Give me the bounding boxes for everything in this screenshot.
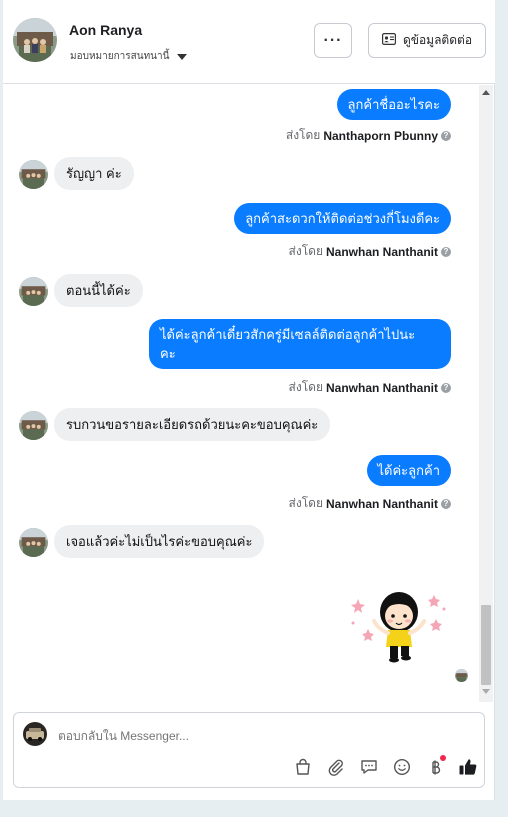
scroll-thumb[interactable] (481, 605, 491, 685)
incoming-message[interactable]: รบกวนขอรายละเอียดรถด้วยนะคะขอบคุณค่ะ (54, 408, 331, 441)
incoming-message[interactable]: รัญญา ค่ะ (54, 157, 134, 190)
message-text: ลูกค้าชื่ออะไรคะ (347, 97, 440, 112)
emoji-icon[interactable] (391, 756, 412, 777)
message-text: รบกวนขอรายละเอียดรถด้วยนะคะขอบคุณค่ะ (66, 417, 319, 432)
message-text-line: คะ (160, 346, 176, 361)
message-text-line: ได้ค่ะลูกค้าเดี๋ยวสักครู่มีเซลล์ติดต่อลู… (160, 327, 416, 342)
assign-conversation-dropdown[interactable]: มอบหมายการสนทนานี้ (70, 49, 188, 64)
sent-by-label: ส่งโดย Nanthaporn Pbunny ? (286, 126, 451, 145)
sender-name: Nanwhan Nanthanit (325, 244, 438, 259)
incoming-message[interactable]: ตอนนี้ได้ค่ะ (54, 274, 143, 307)
page-avatar (23, 722, 47, 746)
info-icon[interactable]: ? (441, 130, 451, 141)
reply-composer (13, 712, 485, 788)
scroll-up-arrow-icon[interactable] (482, 90, 490, 95)
composer-toolbar (292, 755, 478, 777)
caret-down-icon (177, 53, 188, 60)
contact-avatar-small[interactable] (19, 528, 48, 557)
thumbs-up-icon[interactable] (457, 756, 478, 777)
outgoing-message[interactable]: ลูกค้าชื่ออะไรคะ (336, 89, 451, 120)
baht-icon[interactable] (424, 755, 446, 777)
sent-by-label: ส่งโดย Nanwhan Nanthanit ? (289, 494, 451, 513)
notification-dot (440, 755, 446, 761)
sent-by-prefix: ส่งโดย (288, 496, 323, 510)
contact-avatar-small[interactable] (19, 411, 48, 440)
saved-reply-icon[interactable] (358, 756, 379, 777)
contact-avatar[interactable] (13, 18, 57, 62)
sent-by-label: ส่งโดย Nanwhan Nanthanit ? (289, 378, 451, 397)
message-text: เจอแล้วค่ะไม่เป็นไรค่ะขอบคุณค่ะ (66, 534, 253, 549)
contact-avatar-small[interactable] (19, 277, 48, 306)
info-icon[interactable]: ? (441, 498, 451, 509)
sent-by-prefix: ส่งโดย (285, 128, 321, 142)
conversation-header: Aon Ranya มอบหมายการสนทนานี้ ··· ดูข้อมู… (3, 0, 495, 84)
view-contact-info-button[interactable]: ดูข้อมูลติดต่อ (368, 23, 486, 58)
outgoing-message[interactable]: ได้ค่ะลูกค้า (366, 455, 451, 486)
sticker-message[interactable] (346, 585, 451, 665)
sender-name: Nanwhan Nanthanit (325, 380, 438, 395)
incoming-message[interactable]: เจอแล้วค่ะไม่เป็นไรค่ะขอบคุณค่ะ (54, 525, 265, 558)
message-text: ตอนนี้ได้ค่ะ (66, 283, 131, 298)
paperclip-icon[interactable] (325, 756, 346, 777)
info-icon[interactable]: ? (441, 382, 451, 393)
contact-card-icon (381, 33, 396, 48)
scroll-down-arrow-icon[interactable] (482, 689, 490, 694)
info-icon[interactable]: ? (441, 246, 451, 257)
outgoing-message[interactable]: ลูกค้าสะดวกให้ติดต่อช่วงกี่โมงดีคะ (234, 203, 451, 234)
contact-name[interactable]: Aon Ranya (69, 22, 142, 38)
message-text: ลูกค้าสะดวกให้ติดต่อช่วงกี่โมงดีคะ (245, 211, 440, 226)
contact-avatar-small[interactable] (19, 160, 48, 189)
sender-name: Nanthaporn Pbunny (323, 128, 438, 143)
more-options-button[interactable]: ··· (314, 23, 352, 58)
shopping-bag-icon[interactable] (292, 756, 313, 777)
sender-name: Nanwhan Nanthanit (325, 496, 438, 511)
reply-input[interactable] (58, 729, 358, 743)
conversation-panel: Aon Ranya มอบหมายการสนทนานี้ ··· ดูข้อมู… (3, 0, 495, 800)
sent-by-prefix: ส่งโดย (288, 380, 323, 394)
sent-by-prefix: ส่งโดย (288, 244, 323, 258)
outgoing-message[interactable]: ได้ค่ะลูกค้าเดี๋ยวสักครู่มีเซลล์ติดต่อลู… (149, 319, 451, 369)
view-contact-info-label: ดูข้อมูลติดต่อ (402, 33, 473, 47)
chat-scrollbar[interactable] (479, 85, 493, 702)
message-text: รัญญา ค่ะ (66, 166, 122, 181)
seen-indicator-avatar (455, 669, 468, 682)
message-text: ได้ค่ะลูกค้า (377, 463, 441, 478)
more-options-label: ··· (323, 31, 343, 49)
sent-by-label: ส่งโดย Nanwhan Nanthanit ? (289, 242, 451, 261)
assign-label: มอบหมายการสนทนานี้ (70, 51, 170, 62)
